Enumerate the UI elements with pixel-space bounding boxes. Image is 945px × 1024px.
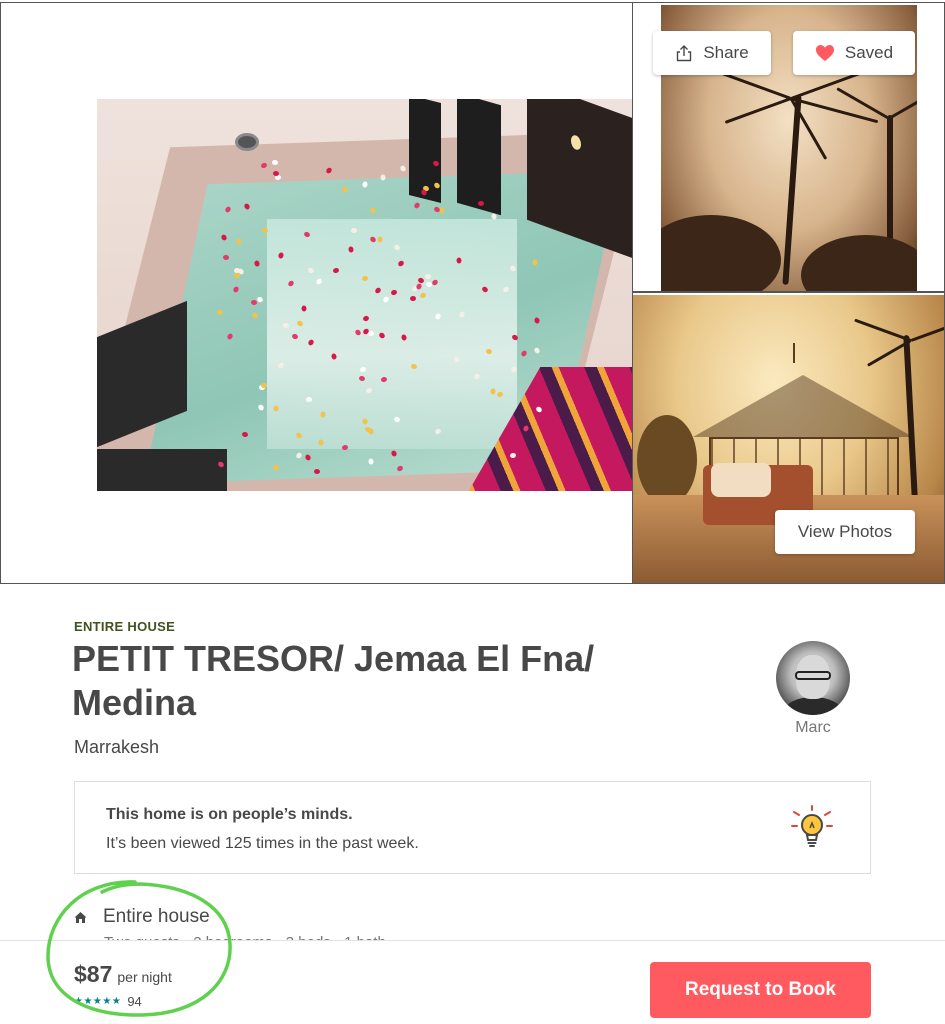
booking-bar: $87 per night ★★★★★ 94 Request to Book — [0, 940, 945, 1024]
saved-label: Saved — [844, 43, 894, 62]
shrub — [661, 215, 781, 291]
lamp-glow — [571, 133, 581, 152]
listing-title: PETIT TRESOR/ Jemaa El Fna/ Medina — [72, 638, 595, 723]
shrub — [801, 235, 917, 291]
view-photos-button[interactable]: View Photos — [775, 510, 915, 554]
avatar-glasses — [795, 671, 831, 680]
photo-gallery: Share Saved View Photos — [0, 0, 945, 584]
share-label: Share — [703, 43, 749, 62]
palm-frond — [724, 97, 792, 124]
crescent-finial — [793, 343, 803, 363]
review-count: 94 — [127, 994, 142, 1009]
host-name[interactable]: Marc — [776, 719, 850, 737]
avatar-shirt — [784, 697, 842, 715]
rose-petal — [272, 170, 279, 176]
notice-text: It’s been viewed 125 times in the past w… — [106, 835, 419, 852]
window-frame — [457, 99, 501, 216]
price-row: $87 per night — [74, 961, 172, 988]
home-type-label: Entire house — [103, 906, 210, 927]
nightly-price: $87 — [74, 961, 113, 987]
rose-petal — [532, 259, 538, 266]
home-icon — [74, 911, 87, 923]
host-profile[interactable]: Marc — [776, 641, 850, 737]
request-to-book-button[interactable]: Request to Book — [650, 962, 871, 1018]
rose-petal — [477, 201, 484, 207]
rose-petal — [217, 310, 224, 316]
lightbulb-icon — [791, 805, 833, 847]
window-frame — [97, 449, 227, 491]
rose-petal — [314, 468, 321, 474]
share-button[interactable]: Share — [653, 31, 771, 75]
popularity-notice: This home is on people’s minds. It’s bee… — [74, 781, 871, 874]
potted-plant — [637, 415, 697, 505]
home-type-row: Entire house — [74, 906, 210, 928]
saved-button[interactable]: Saved — [793, 31, 915, 75]
share-icon — [677, 45, 692, 62]
rose-petal — [235, 237, 242, 245]
listing-city[interactable]: Marrakesh — [74, 737, 159, 758]
main-photo[interactable] — [0, 2, 633, 584]
palm-trunk — [782, 95, 802, 285]
pavilion-roof — [693, 375, 913, 437]
heart-icon — [815, 45, 834, 61]
notice-title: This home is on people’s minds. — [106, 806, 353, 823]
pool-photo[interactable] — [97, 99, 633, 491]
palm-frond — [888, 92, 917, 120]
pool-floor — [267, 219, 517, 449]
palm-frond — [836, 87, 890, 120]
view-photos-label: View Photos — [797, 522, 893, 541]
wall-spout — [235, 133, 259, 151]
rose-petal — [377, 236, 383, 243]
rose-petal — [301, 305, 307, 312]
rose-petal — [282, 322, 290, 328]
palm-frond — [910, 318, 944, 342]
palm-frond — [854, 318, 912, 342]
star-rating: ★★★★★ — [74, 996, 122, 1007]
per-night-label: per night — [117, 969, 172, 985]
avatar[interactable] — [776, 641, 850, 715]
rating-row[interactable]: ★★★★★ 94 — [74, 994, 142, 1009]
sofa-cushion — [711, 463, 771, 497]
listing-type-kicker: ENTIRE HOUSE — [74, 619, 176, 634]
